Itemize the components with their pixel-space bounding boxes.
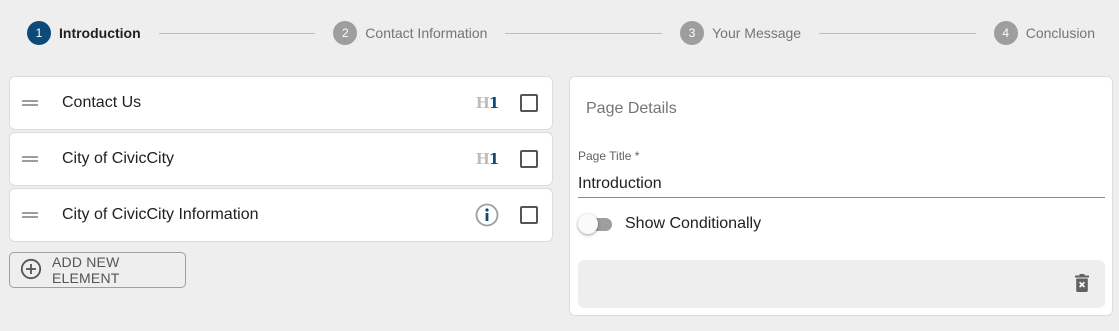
show-conditionally-row: Show Conditionally: [578, 213, 761, 235]
element-checkbox[interactable]: [520, 94, 538, 112]
step-connector: [819, 32, 976, 34]
element-label: City of CivicCity: [62, 150, 175, 167]
element-card[interactable]: City of CivicCity Information: [9, 188, 553, 242]
step-conclusion[interactable]: 4 Conclusion: [993, 21, 1095, 45]
page-title-label: Page Title *: [578, 149, 640, 163]
h1-icon: H1: [475, 150, 500, 168]
drag-handle-icon[interactable]: [22, 155, 38, 163]
element-label: City of CivicCity Information: [62, 206, 259, 223]
panel-title: Page Details: [586, 100, 677, 117]
info-icon: [474, 203, 500, 227]
step-label: Conclusion: [1025, 25, 1095, 41]
step-number-badge: 4: [993, 21, 1018, 45]
add-new-element-button[interactable]: ADD NEW ELEMENT: [9, 252, 186, 288]
step-number-badge: 2: [333, 21, 358, 45]
toggle-thumb: [578, 214, 598, 234]
step-number-badge: 1: [27, 21, 51, 45]
step-introduction[interactable]: 1 Introduction: [27, 21, 141, 45]
element-label: Contact Us: [62, 94, 142, 111]
add-circle-icon: [20, 258, 42, 283]
step-label: Introduction: [59, 25, 141, 41]
delete-icon[interactable]: [1075, 274, 1089, 297]
step-contact-information[interactable]: 2 Contact Information: [333, 21, 487, 45]
step-your-message[interactable]: 3 Your Message: [680, 21, 801, 45]
drag-handle-icon[interactable]: [22, 99, 38, 107]
element-checkbox[interactable]: [520, 206, 538, 224]
element-checkbox[interactable]: [520, 150, 538, 168]
step-connector: [158, 32, 316, 34]
step-label: Contact Information: [365, 25, 488, 41]
stepper: 1 Introduction 2 Contact Information 3 Y…: [0, 0, 1119, 66]
drag-handle-icon[interactable]: [22, 211, 38, 219]
step-number-badge: 3: [680, 21, 705, 45]
step-connector: [505, 32, 663, 34]
element-card[interactable]: Contact Us H1: [9, 76, 553, 130]
page-details-panel: Page Details Page Title * Show Condition…: [569, 76, 1113, 316]
element-card[interactable]: City of CivicCity H1: [9, 132, 553, 186]
element-list: Contact Us H1 City of CivicCity H1 City …: [9, 76, 553, 288]
add-new-element-label: ADD NEW ELEMENT: [52, 254, 120, 286]
step-label: Your Message: [712, 25, 802, 41]
page-title-input[interactable]: [578, 170, 1105, 198]
h1-icon: H1: [475, 94, 500, 112]
condition-box: [578, 260, 1105, 308]
show-conditionally-label: Show Conditionally: [625, 215, 762, 232]
show-conditionally-toggle[interactable]: [578, 213, 614, 235]
